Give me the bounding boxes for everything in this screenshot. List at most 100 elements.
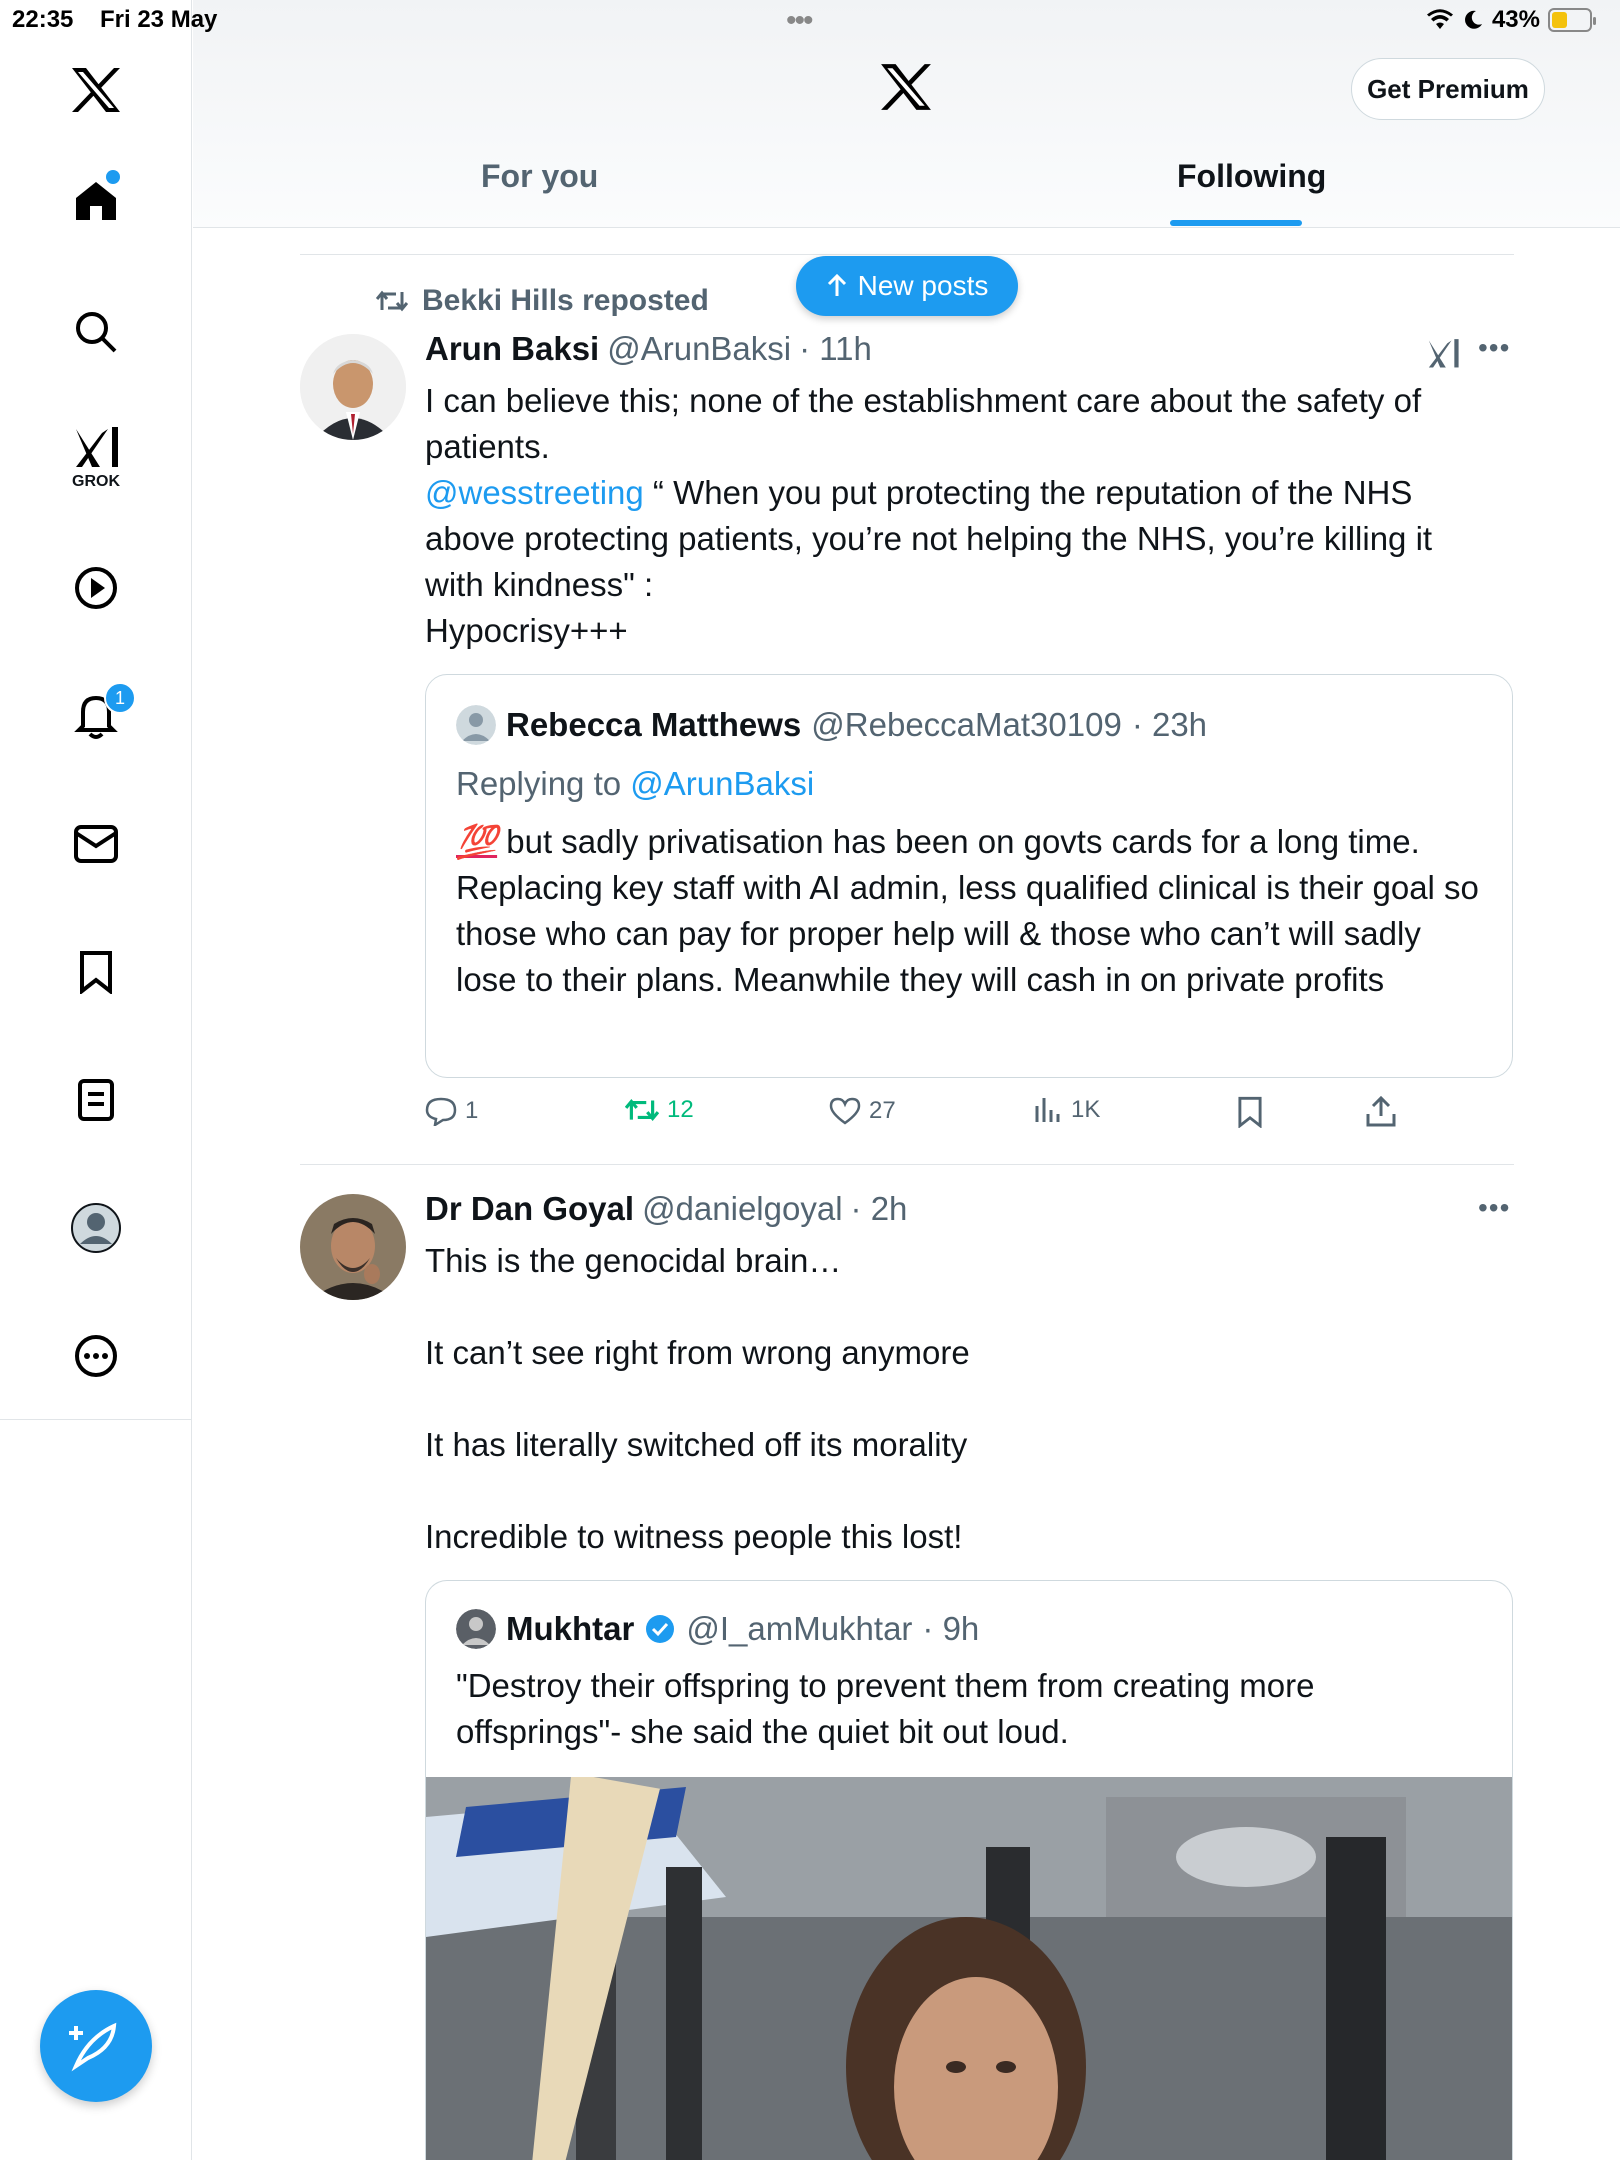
new-posts-label: New posts [857, 270, 989, 301]
list-icon [78, 1079, 114, 1121]
quote-text: "Destroy their offspring to prevent them… [456, 1667, 1315, 1750]
repost-button[interactable]: 12 [625, 1096, 694, 1124]
post-header: Arun Baksi @ArunBaksi · 11h [425, 330, 872, 368]
post-paragraph: This is the genocidal brain… [425, 1242, 842, 1279]
x-logo-icon[interactable] [56, 50, 136, 130]
tab-following[interactable]: Following [1177, 158, 1326, 195]
grok-label: GROK [72, 473, 120, 490]
get-premium-button[interactable]: Get Premium [1351, 58, 1545, 120]
like-button[interactable]: 27 [829, 1096, 896, 1126]
replying-to-link[interactable]: @ArunBaksi [630, 765, 814, 802]
quote-author-name: Rebecca Matthews [506, 706, 802, 743]
author-name[interactable]: Arun Baksi [425, 330, 599, 368]
avatar-icon [71, 1203, 121, 1253]
compose-icon [69, 2022, 117, 2072]
views-button[interactable]: 1K [1033, 1096, 1100, 1124]
sidebar-item-profile[interactable] [56, 1188, 136, 1268]
avatar [456, 705, 496, 745]
post-line: @wesstreeting “ When you put protecting … [425, 470, 1495, 608]
quote-body: but sadly privatisation has been on govt… [456, 823, 1479, 998]
author-handle[interactable]: @ArunBaksi [607, 330, 791, 368]
mail-icon [74, 825, 118, 863]
moon-icon [1465, 10, 1482, 29]
repost-indicator: Bekki Hills reposted [376, 284, 709, 318]
divider [300, 254, 1514, 255]
search-icon [76, 312, 117, 353]
views-count: 1K [1071, 1096, 1101, 1123]
arrow-up-icon [827, 274, 846, 296]
quote-text: 💯 but sadly privatisation has been on go… [456, 819, 1486, 1003]
sidebar-item-lists[interactable] [56, 1060, 136, 1140]
post-line: I can believe this; none of the establis… [425, 382, 1422, 419]
post-text: This is the genocidal brain… It can’t se… [425, 1238, 1495, 1560]
compose-button[interactable] [40, 1990, 152, 2102]
sidebar: GROK 1 [0, 0, 192, 2160]
new-posts-button[interactable]: New posts [796, 256, 1018, 316]
quoted-post[interactable]: Mukhtar @I_amMukhtar · 9h "Destroy their… [425, 1580, 1513, 2160]
hundred-emoji-icon: 💯 [456, 823, 498, 860]
quoted-post[interactable]: Rebecca Matthews @RebeccaMat30109 · 23h … [425, 674, 1513, 1078]
author-handle[interactable]: @danielgoyal [642, 1190, 842, 1228]
status-bar: 22:35 Fri 23 May ••• 43% [0, 0, 1620, 40]
sidebar-nav: GROK 1 [0, 0, 191, 1420]
author-name[interactable]: Dr Dan Goyal [425, 1190, 634, 1228]
status-right: 43% [1426, 6, 1596, 34]
sidebar-item-search[interactable] [56, 292, 136, 372]
status-date: Fri 23 May [100, 6, 218, 33]
verified-badge-icon [646, 1615, 675, 1643]
post-actions: 1 12 27 1K [425, 1096, 1425, 1136]
quote-time: · 9h [922, 1610, 980, 1647]
quoted-video-thumbnail[interactable] [426, 1773, 1512, 2160]
post-time[interactable]: · 11h [799, 330, 872, 368]
more-options-icon[interactable]: ••• [1478, 1192, 1510, 1224]
divider [300, 1164, 1514, 1165]
quote-author-name: Mukhtar [506, 1610, 635, 1647]
bookmark-icon [80, 951, 112, 994]
battery-percent: 43% [1491, 6, 1540, 33]
wifi-icon [1426, 9, 1453, 29]
mention-link[interactable]: @wesstreeting [425, 474, 644, 511]
grok-icon[interactable] [1426, 336, 1460, 372]
quote-header: Mukhtar @I_amMukhtar · 9h [456, 1609, 979, 1649]
active-tab-indicator [1170, 220, 1302, 226]
avatar[interactable] [300, 1194, 406, 1300]
post-paragraph: It can’t see right from wrong anymore [425, 1334, 970, 1371]
bookmark-button[interactable] [1237, 1096, 1263, 1128]
tab-for-you[interactable]: For you [481, 158, 598, 195]
repost-label: Bekki Hills reposted [422, 284, 709, 317]
repost-icon [376, 290, 408, 312]
replying-to: Replying to @ArunBaksi [456, 765, 814, 803]
post-time[interactable]: · 2h [851, 1190, 908, 1228]
grok-icon [76, 427, 118, 467]
views-icon [1035, 1098, 1060, 1122]
post-text: I can believe this; none of the establis… [425, 378, 1495, 654]
quote-time: · 23h [1131, 706, 1208, 743]
x-logo-icon[interactable] [879, 62, 933, 117]
reply-icon [425, 1097, 457, 1126]
multitasking-dots-icon[interactable]: ••• [786, 4, 813, 38]
sidebar-item-bookmarks[interactable] [56, 932, 136, 1012]
sidebar-item-notifications[interactable]: 1 [56, 676, 136, 756]
post-line: patients. [425, 428, 550, 465]
share-button[interactable] [1365, 1096, 1397, 1128]
notification-badge: 1 [104, 682, 136, 714]
reply-button[interactable]: 1 [425, 1096, 478, 1126]
sidebar-item-grok[interactable]: GROK [56, 418, 136, 498]
repost-count: 12 [667, 1096, 694, 1123]
bookmark-icon [1238, 1096, 1262, 1128]
repost-icon [625, 1099, 659, 1121]
quote-author-handle: @RebeccaMat30109 [811, 706, 1122, 743]
post-paragraph: It has literally switched off its morali… [425, 1426, 968, 1463]
more-options-icon[interactable]: ••• [1478, 332, 1510, 364]
post-line: Hypocrisy+++ [425, 612, 628, 649]
sidebar-item-home[interactable] [56, 160, 136, 240]
reply-count: 1 [465, 1097, 479, 1124]
sidebar-item-messages[interactable] [56, 804, 136, 884]
share-icon [1366, 1096, 1396, 1127]
sidebar-item-video[interactable] [56, 548, 136, 628]
status-time: 22:35 [12, 6, 74, 33]
sidebar-item-more[interactable] [56, 1316, 136, 1396]
post-paragraph: Incredible to witness people this lost! [425, 1518, 963, 1555]
avatar[interactable] [300, 334, 406, 440]
replying-prefix: Replying to [456, 765, 631, 802]
